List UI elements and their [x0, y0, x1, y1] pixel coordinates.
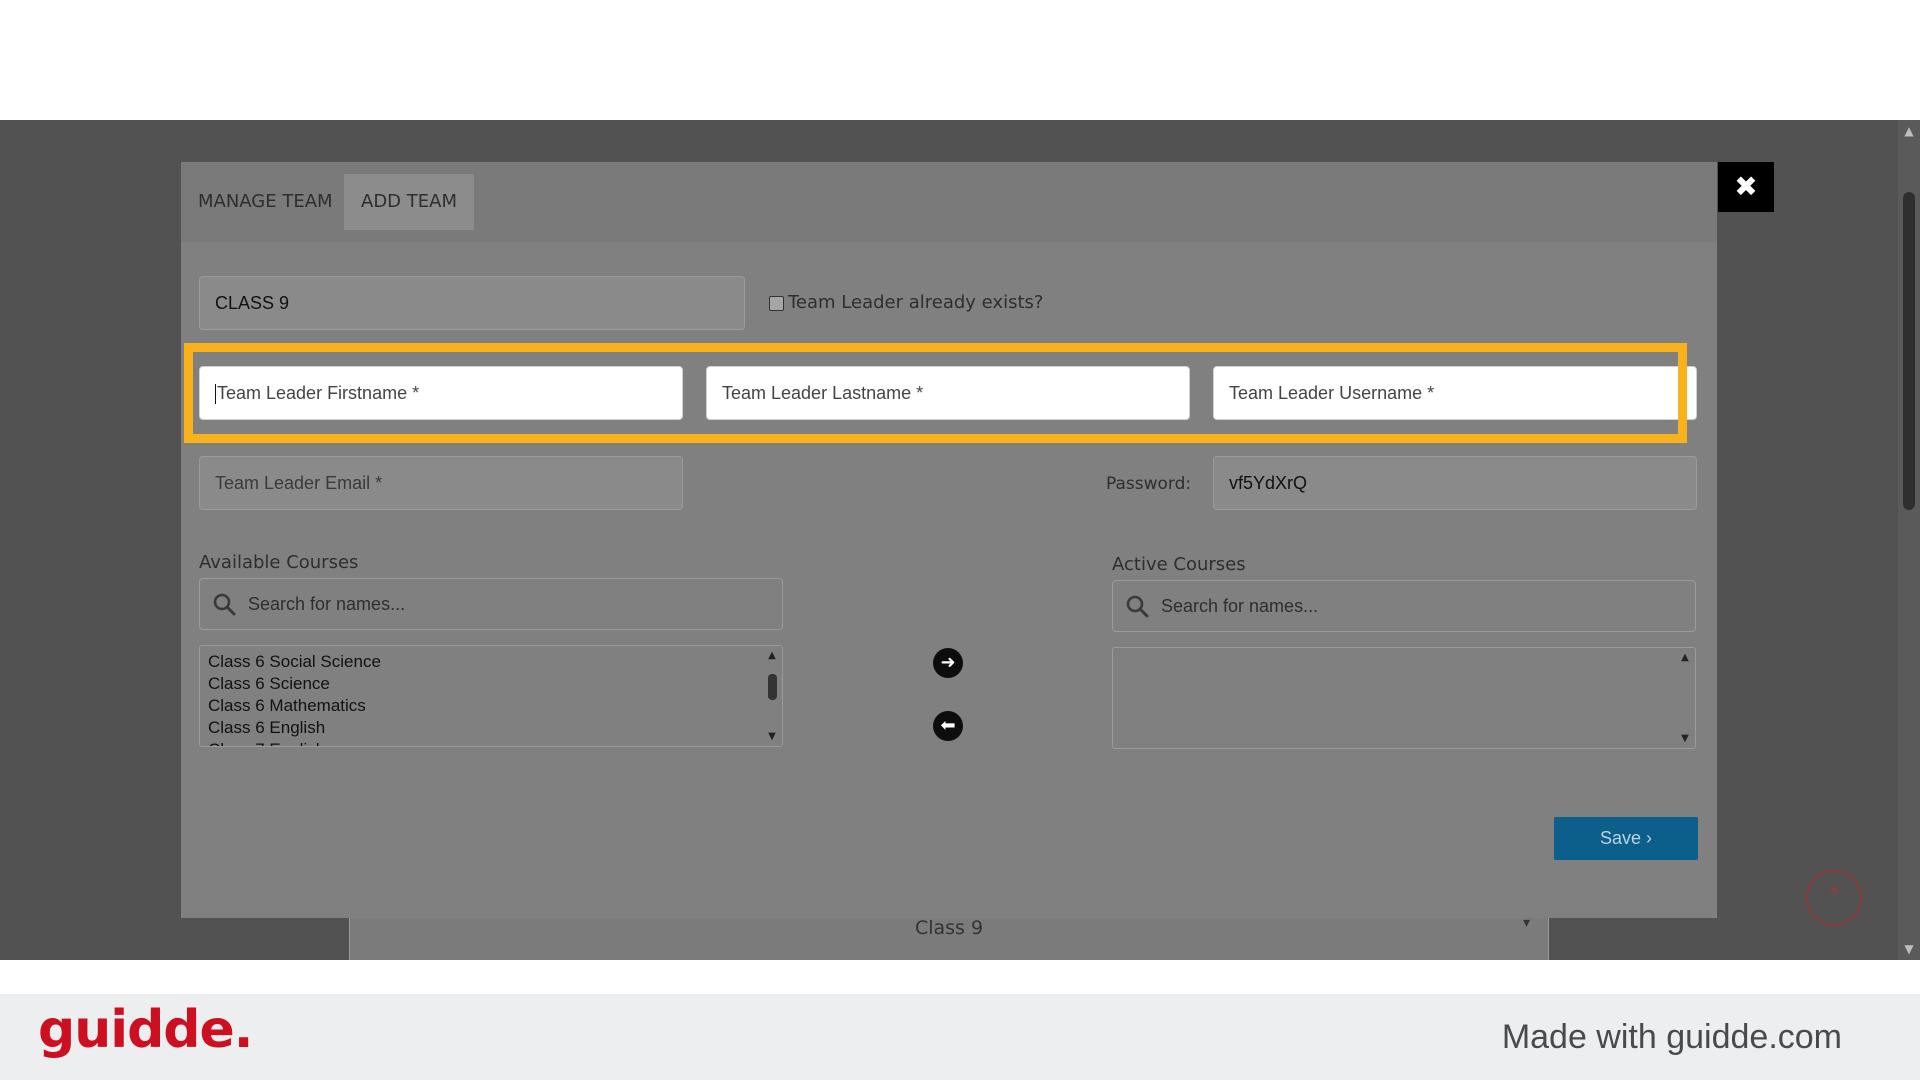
scrollbar-thumb[interactable]	[1903, 192, 1915, 510]
active-courses-search[interactable]: Search for names...	[1112, 580, 1696, 632]
scroll-up-icon[interactable]: ▲	[762, 650, 782, 661]
tab-manage-team[interactable]: MANAGE TEAM	[181, 174, 350, 230]
list-item[interactable]: Class 7 English	[208, 739, 381, 746]
tab-add-team[interactable]: ADD TEAM	[344, 174, 474, 230]
scroll-up-icon[interactable]: ▲	[1675, 652, 1695, 663]
move-to-active-button[interactable]: ➜	[933, 648, 963, 678]
active-list-scrollbar[interactable]: ▲ ▼	[1675, 648, 1695, 748]
list-item[interactable]: Class 6 Social Science	[208, 651, 381, 673]
available-list-scrollbar[interactable]: ▲ ▼	[762, 646, 782, 746]
class-name-field[interactable]: CLASS 9	[199, 276, 745, 330]
team-leader-exists-checkbox[interactable]	[769, 295, 784, 311]
team-leader-exists-option[interactable]: Team Leader already exists?	[769, 292, 1043, 313]
close-icon: ✖	[1734, 170, 1758, 203]
background-select-text: Class 9	[914, 917, 984, 939]
scroll-down-icon[interactable]: ▼	[762, 731, 782, 742]
made-with-text: Made with guidde.com	[1501, 1018, 1842, 1056]
search-icon	[1126, 595, 1149, 618]
guidde-logo: guidde.	[38, 1000, 254, 1060]
search-icon	[213, 593, 236, 616]
chevron-up-icon: ⌃	[1824, 884, 1844, 909]
scroll-down-icon[interactable]: ▼	[1675, 733, 1695, 744]
close-modal-button[interactable]: ✖	[1718, 162, 1774, 212]
save-button[interactable]: Save ›	[1554, 817, 1698, 860]
arrow-right-icon: ➜	[940, 652, 956, 673]
available-courses-label: Available Courses	[199, 552, 359, 573]
team-leader-exists-label: Team Leader already exists?	[788, 292, 1044, 313]
list-item[interactable]: Class 6 Science	[208, 673, 381, 695]
arrow-left-icon: ⬅	[940, 715, 956, 736]
available-courses-search[interactable]: Search for names...	[199, 578, 783, 630]
tabs-bar: MANAGE TEAM ADD TEAM	[181, 162, 1717, 242]
list-item[interactable]: Class 6 English	[208, 717, 381, 739]
active-courses-label: Active Courses	[1112, 554, 1246, 575]
guidde-footer: guidde. Made with guidde.com	[0, 994, 1920, 1080]
scrollbar-thumb[interactable]	[768, 674, 777, 700]
tutorial-highlight-frame	[184, 343, 1687, 443]
available-courses-list[interactable]: Class 6 Social Science Class 6 Science C…	[199, 645, 783, 747]
active-courses-list[interactable]: ▲ ▼	[1112, 647, 1696, 749]
top-margin	[0, 0, 1920, 120]
active-search-placeholder: Search for names...	[1161, 596, 1319, 616]
email-placeholder: Team Leader Email *	[215, 473, 383, 493]
available-search-placeholder: Search for names...	[248, 594, 406, 614]
move-to-available-button[interactable]: ⬅	[933, 711, 963, 741]
password-field[interactable]: vf5YdXrQ	[1213, 456, 1697, 510]
password-label: Password:	[1106, 474, 1192, 494]
page-scrollbar[interactable]: ▲ ▼	[1898, 120, 1920, 960]
scroll-up-icon[interactable]: ▲	[1898, 124, 1920, 138]
email-field[interactable]: Team Leader Email *	[199, 456, 683, 510]
add-team-modal: MANAGE TEAM ADD TEAM CLASS 9 Team Leader…	[181, 162, 1717, 918]
scroll-down-icon[interactable]: ▼	[1898, 942, 1920, 956]
list-item[interactable]: Class 6 Mathematics	[208, 695, 381, 717]
back-to-top-button[interactable]: ⌃	[1806, 870, 1862, 926]
